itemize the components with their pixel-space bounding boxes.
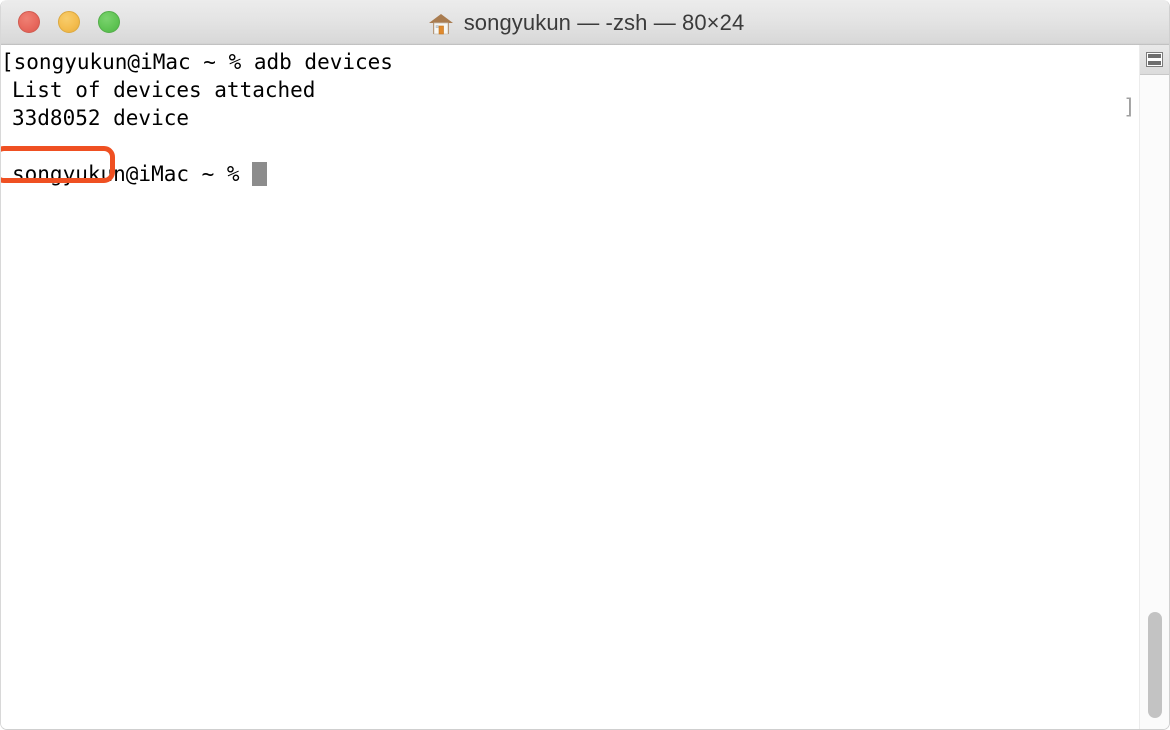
split-pane-icon [1146,52,1163,67]
scrollbar[interactable] [1139,45,1169,729]
scroll-thumb[interactable] [1148,612,1162,718]
terminal-line-device: 33d8052 device [12,106,190,130]
window-title-block: songyukun — -zsh — 80×24 [1,0,1169,45]
cursor-block [252,162,268,186]
prompt-close-bracket: ] [1123,95,1136,119]
home-icon [428,12,454,36]
terminal-lines: [songyukun@iMac ~ % adb devices List of … [1,48,1141,188]
terminal-line-command: [songyukun@iMac ~ % adb devices [1,50,393,74]
terminal-line-prompt: songyukun@iMac ~ % [1,160,1141,188]
maximize-button[interactable] [98,11,120,33]
window-titlebar[interactable]: songyukun — -zsh — 80×24 [1,0,1169,45]
terminal-line-output-header: List of devices attached [12,78,316,102]
split-pane-button[interactable] [1140,45,1169,75]
terminal-content[interactable]: [songyukun@iMac ~ % adb devices List of … [1,45,1141,729]
window-title: songyukun — -zsh — 80×24 [463,9,745,35]
terminal-window: songyukun — -zsh — 80×24 [songyukun@iMac… [0,0,1170,730]
prompt-text: songyukun@iMac ~ % [12,162,253,186]
minimize-button[interactable] [58,11,80,33]
close-button[interactable] [18,11,40,33]
